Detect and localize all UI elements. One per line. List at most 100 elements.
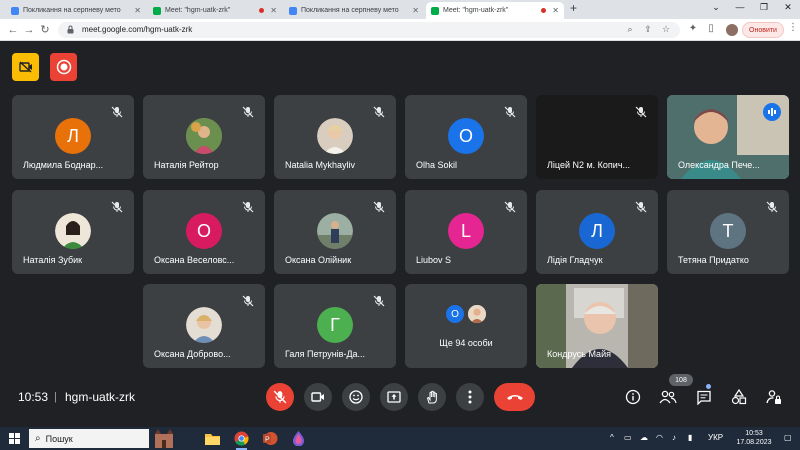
reactions-button[interactable] (342, 383, 370, 411)
mic-off-icon (504, 201, 516, 213)
mic-off-icon (635, 201, 647, 213)
participant-tile-video-speaking[interactable]: Олександра Пече... (667, 95, 789, 179)
notifications-icon[interactable]: ▢ (784, 433, 792, 442)
participant-tile-video[interactable]: Кондрусь Майя (536, 284, 658, 368)
network-icon[interactable]: ▭ (624, 433, 632, 442)
participant-name: Оксана Доброво... (154, 349, 231, 359)
update-button[interactable]: Оновити (742, 22, 784, 38)
chat-button[interactable] (692, 385, 716, 409)
mic-off-icon (273, 390, 287, 404)
tab-search-chevron-icon[interactable]: ⌄ (704, 2, 728, 13)
participant-tile[interactable]: O Olha Sokil (405, 95, 527, 179)
bookmark-star-icon[interactable]: ☆ (660, 24, 672, 35)
forward-button[interactable]: → (22, 23, 36, 37)
speaking-indicator-icon (763, 103, 781, 121)
paint-droplet-icon[interactable] (290, 430, 307, 447)
file-explorer-icon[interactable] (204, 430, 221, 447)
zoom-icon[interactable]: ⌕ (624, 24, 636, 35)
raise-hand-button[interactable] (418, 383, 446, 411)
browser-tab-2[interactable]: Meet: "hgm-uatk-zrk" ✕ (148, 2, 282, 19)
participant-tile[interactable]: Г Галя Петрунів-Да... (274, 284, 396, 368)
extensions-puzzle-icon[interactable]: ✦ (686, 23, 700, 34)
minimize-button[interactable]: — (728, 2, 752, 12)
host-controls-button[interactable] (762, 385, 786, 409)
participant-tile[interactable]: Л Лідія Гладчук (536, 190, 658, 274)
browser-tab-label: Meet: "hgm-uatk-zrk" (443, 7, 509, 14)
share-icon[interactable]: ⇪ (642, 24, 654, 35)
meeting-info-separator: | (54, 391, 57, 403)
meet-favicon-icon (153, 6, 161, 15)
mic-off-icon (111, 106, 123, 118)
browser-tab-1[interactable]: Покликання на серпневу мето ✕ (6, 2, 146, 19)
wifi-icon[interactable]: ◠ (656, 433, 663, 442)
participant-photo-avatar (317, 213, 353, 249)
participant-tile[interactable]: L Liubov S (405, 190, 527, 274)
people-button[interactable] (656, 385, 680, 409)
url-text: meet.google.com/hgm-uatk-zrk (82, 25, 193, 34)
browser-tab-4-active[interactable]: Meet: "hgm-uatk-zrk" ✕ (426, 2, 564, 19)
leave-call-button[interactable] (494, 383, 535, 411)
participant-name: Liubov S (416, 255, 452, 265)
new-tab-button[interactable]: + (570, 1, 577, 15)
side-panel-icon[interactable]: ▯ (704, 23, 718, 34)
browser-tab-3[interactable]: Покликання на серпневу мето ✕ (284, 2, 424, 19)
recording-button[interactable] (50, 53, 77, 81)
windows-start-icon[interactable] (9, 433, 20, 444)
shapes-activities-icon (731, 389, 747, 405)
chrome-taskbar-icon[interactable] (233, 430, 250, 450)
cloud-icon[interactable]: ☁ (640, 433, 648, 442)
profile-avatar[interactable] (726, 24, 738, 36)
lock-icon (67, 25, 74, 34)
taskbar-date: 17.08.2023 (736, 439, 772, 446)
info-icon (625, 389, 641, 405)
browser-tab-label: Meet: "hgm-uatk-zrk" (165, 7, 231, 14)
maximize-button[interactable]: ❐ (752, 2, 776, 13)
participant-tile-video[interactable]: Ліцей N2 м. Копич... (536, 95, 658, 179)
more-participants-label: Ще 94 особи (439, 338, 493, 348)
taskbar-search-label: Пошук (45, 433, 73, 444)
close-tab-icon[interactable]: ✕ (409, 6, 419, 15)
activities-button[interactable] (727, 385, 751, 409)
participant-avatar: Т (710, 213, 746, 249)
svg-text:P: P (265, 437, 270, 444)
participant-tile[interactable]: Наталія Зубик (12, 190, 134, 274)
taskbar-clock[interactable]: 10:53 17.08.2023 (730, 429, 778, 447)
battery-icon[interactable]: ▮ (688, 433, 692, 442)
more-options-button[interactable] (456, 383, 484, 411)
participant-name: Оксана Веселовс... (154, 255, 235, 265)
present-screen-button[interactable] (380, 383, 408, 411)
participant-tile[interactable]: Оксана Олійник (274, 190, 396, 274)
taskbar-search-box[interactable]: ⌕ Пошук (29, 429, 173, 448)
back-button[interactable]: ← (6, 23, 20, 37)
docs-favicon-icon (11, 6, 19, 15)
reload-button[interactable]: ↻ (38, 23, 52, 37)
camera-off-indicator-button[interactable] (12, 53, 39, 81)
browser-menu-icon[interactable]: ⋮ (788, 22, 798, 33)
participant-tile[interactable]: Т Тетяна Придатко (667, 190, 789, 274)
microphone-toggle-button[interactable] (266, 383, 294, 411)
close-tab-icon[interactable]: ✕ (267, 6, 277, 15)
input-language[interactable]: УКР (708, 433, 723, 442)
browser-tab-label: Покликання на серпневу мето (23, 7, 121, 14)
participant-tile[interactable]: Оксана Доброво... (143, 284, 265, 368)
participant-tile[interactable]: О Оксана Веселовс... (143, 190, 265, 274)
tray-chevron-icon[interactable]: ^ (610, 433, 614, 442)
participant-name: Тетяна Придатко (678, 255, 749, 265)
participant-tile[interactable]: Л Людмила Боднар... (12, 95, 134, 179)
close-window-button[interactable]: ✕ (776, 2, 800, 13)
more-participants-tile[interactable]: O Ще 94 особи (405, 284, 527, 368)
address-bar[interactable]: meet.google.com/hgm-uatk-zrk ⌕ ⇪ ☆ (58, 22, 680, 38)
participant-tile[interactable]: Наталія Рейтор (143, 95, 265, 179)
participant-name: Лідія Гладчук (547, 255, 603, 265)
close-tab-icon[interactable]: ✕ (549, 6, 559, 15)
meeting-details-button[interactable] (621, 385, 645, 409)
participant-tile[interactable]: Natalia Mykhayliv (274, 95, 396, 179)
participant-avatar: O (445, 304, 465, 324)
camera-toggle-button[interactable] (304, 383, 332, 411)
participant-photo-avatar (186, 118, 222, 154)
close-tab-icon[interactable]: ✕ (131, 6, 141, 15)
participant-name: Olha Sokil (416, 160, 458, 170)
volume-icon[interactable]: ♪ (672, 433, 676, 442)
participant-name: Ліцей N2 м. Копич... (547, 160, 631, 170)
powerpoint-icon[interactable]: P (262, 430, 279, 447)
